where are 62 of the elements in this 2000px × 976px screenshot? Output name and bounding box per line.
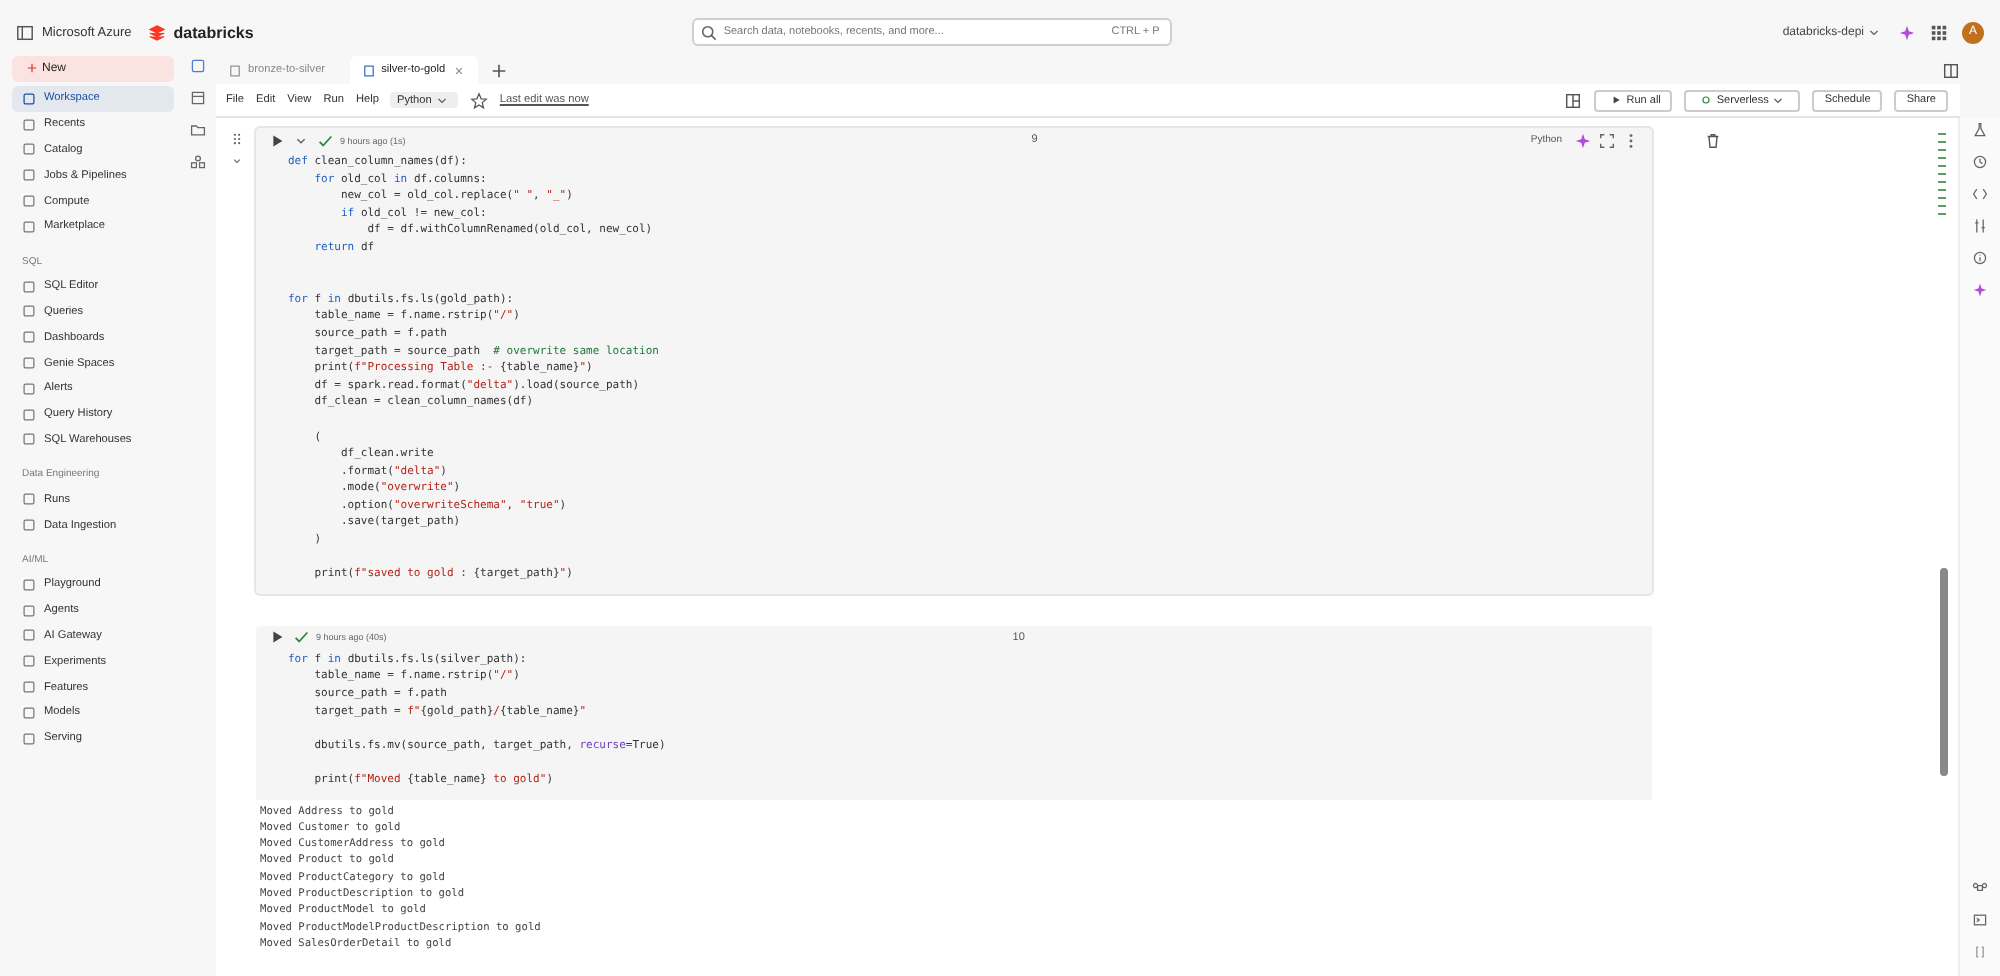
square-icon (22, 518, 36, 533)
apps-grid-icon[interactable] (1930, 23, 1948, 41)
square-icon (22, 432, 36, 447)
square-icon (22, 117, 36, 132)
run-cell-icon[interactable] (268, 628, 286, 647)
trash-icon[interactable] (1703, 132, 1721, 150)
terminal-icon[interactable] (1972, 912, 1988, 928)
close-icon[interactable] (451, 63, 466, 77)
chevron-down-icon (1772, 93, 1785, 106)
square-icon (22, 603, 36, 618)
square-icon (22, 492, 36, 507)
code-cell[interactable] (256, 128, 1652, 594)
split-view-icon[interactable] (1942, 61, 1960, 79)
notebook-icon (228, 63, 242, 77)
square-icon (22, 381, 36, 396)
square-icon (22, 194, 36, 209)
folder-icon[interactable] (190, 122, 206, 138)
square-icon (22, 731, 36, 746)
search-icon (699, 23, 718, 41)
chevron-down-icon (435, 93, 448, 106)
minimap-drawing (1938, 130, 1950, 218)
product-name: databricks (173, 23, 254, 41)
square-icon (22, 142, 36, 157)
plus-icon (26, 62, 38, 75)
square-icon (22, 168, 36, 183)
play-icon (1610, 93, 1623, 106)
expand-icon[interactable] (1598, 131, 1616, 149)
square-icon (22, 407, 36, 422)
flask-icon[interactable] (1972, 122, 1988, 138)
sidebar-toggle-icon[interactable] (16, 23, 34, 41)
sparkle-icon[interactable] (1898, 23, 1916, 41)
square-icon (22, 577, 36, 592)
square-icon (22, 680, 36, 695)
square-icon (22, 330, 36, 345)
square-icon (22, 219, 36, 234)
square-icon (22, 304, 36, 319)
square-icon (22, 628, 36, 643)
square-icon (22, 91, 36, 106)
sparkle-icon[interactable] (1574, 131, 1592, 149)
check-icon (292, 628, 310, 647)
star-icon[interactable] (469, 91, 488, 109)
history-icon[interactable] (1972, 154, 1988, 170)
code-cell[interactable] (256, 625, 1652, 953)
chevron-down-icon (1868, 25, 1880, 38)
scrollbar-thumb[interactable] (1940, 568, 1948, 776)
square-icon (22, 654, 36, 669)
square-icon (22, 279, 36, 294)
sliders-icon[interactable] (1972, 218, 1988, 234)
shapes-icon[interactable] (190, 154, 206, 170)
layout-icon[interactable] (1564, 91, 1583, 109)
info-icon[interactable] (1972, 250, 1988, 266)
sparkle-icon[interactable] (1972, 282, 1988, 298)
circle-icon (1700, 93, 1713, 106)
run-cell-icon[interactable] (268, 131, 286, 149)
check-icon (316, 131, 334, 149)
add-tab-icon[interactable] (489, 61, 508, 79)
stacked-layers-logo-icon (147, 23, 166, 41)
square-icon (22, 356, 36, 371)
notebook-icon (361, 63, 376, 77)
panel-icon[interactable] (190, 90, 206, 106)
caret-icon[interactable] (229, 154, 243, 168)
square-icon (22, 705, 36, 720)
